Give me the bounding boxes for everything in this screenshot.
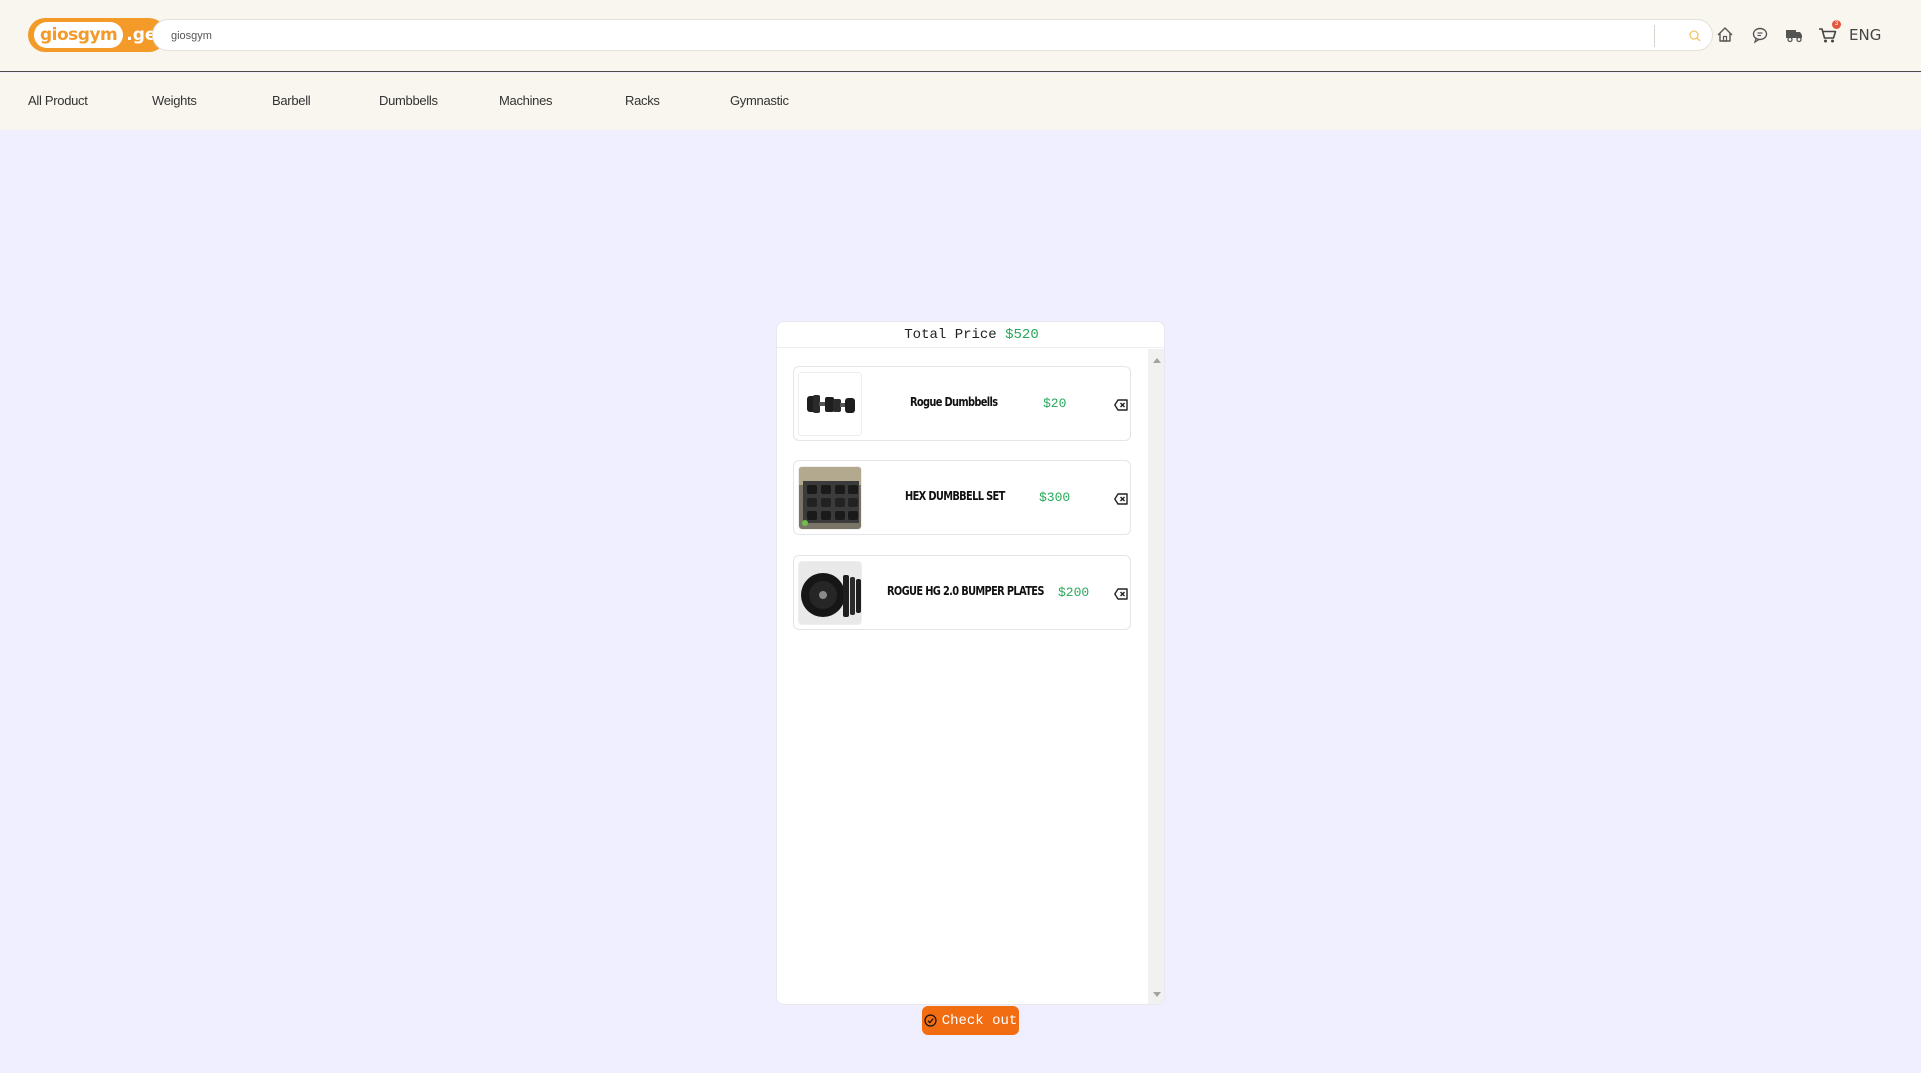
cart-item: ROGUE HG 2.0 BUMPER PLATES $200 (793, 555, 1131, 630)
cart-scrollbar[interactable] (1148, 349, 1164, 1004)
cart-item: Rogue Dumbbells $20 (793, 366, 1131, 441)
search-icon[interactable] (1687, 28, 1703, 44)
cart-panel: Total Price $520 Rogue Dumbbells $20 HEX… (776, 321, 1165, 1005)
search-input[interactable] (171, 27, 1651, 45)
nav-item-racks[interactable]: Racks (625, 93, 660, 108)
scroll-down-arrow-icon[interactable] (1153, 992, 1161, 997)
top-bar: giosgym .ge 3 ENG (0, 0, 1921, 72)
nav-item-weights[interactable]: Weights (152, 93, 197, 108)
scroll-up-arrow-icon[interactable] (1153, 358, 1161, 363)
nav-item-all-product[interactable]: All Product (28, 93, 88, 108)
cart-item-price: $300 (1039, 490, 1071, 505)
cart-count-badge: 3 (1832, 20, 1841, 29)
nav-item-dumbbells[interactable]: Dumbbells (379, 93, 438, 108)
cart-item-price: $200 (1058, 585, 1090, 600)
check-circle-icon (924, 1014, 937, 1027)
home-icon[interactable] (1714, 24, 1736, 46)
category-nav: All Product Weights Barbell Dumbbells Ma… (0, 73, 1921, 130)
cart-item-price: $20 (1043, 396, 1067, 411)
language-selector[interactable]: ENG (1849, 26, 1881, 44)
total-price-value: $520 (1005, 327, 1039, 343)
remove-item-icon[interactable] (1114, 398, 1128, 411)
checkout-label: Check out (941, 1012, 1018, 1029)
search-divider (1654, 25, 1655, 47)
delivery-truck-icon[interactable] (1783, 24, 1805, 46)
nav-item-barbell[interactable]: Barbell (272, 93, 311, 108)
checkout-button[interactable]: Check out (922, 1006, 1019, 1035)
nav-item-machines[interactable]: Machines (499, 93, 553, 108)
hex-dumbbell-set-photo (798, 466, 862, 530)
dumbbells-photo (798, 372, 862, 436)
remove-item-icon[interactable] (1114, 587, 1128, 600)
cart-item-name: ROGUE HG 2.0 BUMPER PLATES (887, 584, 1044, 598)
search-bar (152, 19, 1713, 51)
nav-item-gymnastic[interactable]: Gymnastic (730, 93, 789, 108)
total-price-label: Total Price (904, 327, 997, 343)
cart-item-name: Rogue Dumbbells (910, 395, 998, 409)
chat-icon[interactable] (1749, 24, 1771, 46)
bumper-plates-photo (798, 561, 862, 625)
cart-item: HEX DUMBBELL SET $300 (793, 460, 1131, 535)
site-logo[interactable]: giosgym .ge (28, 18, 167, 52)
logo-name: giosgym (34, 22, 124, 48)
total-price: Total Price $520 (777, 322, 1164, 348)
remove-item-icon[interactable] (1114, 492, 1128, 505)
cart-item-name: HEX DUMBBELL SET (905, 489, 1005, 503)
